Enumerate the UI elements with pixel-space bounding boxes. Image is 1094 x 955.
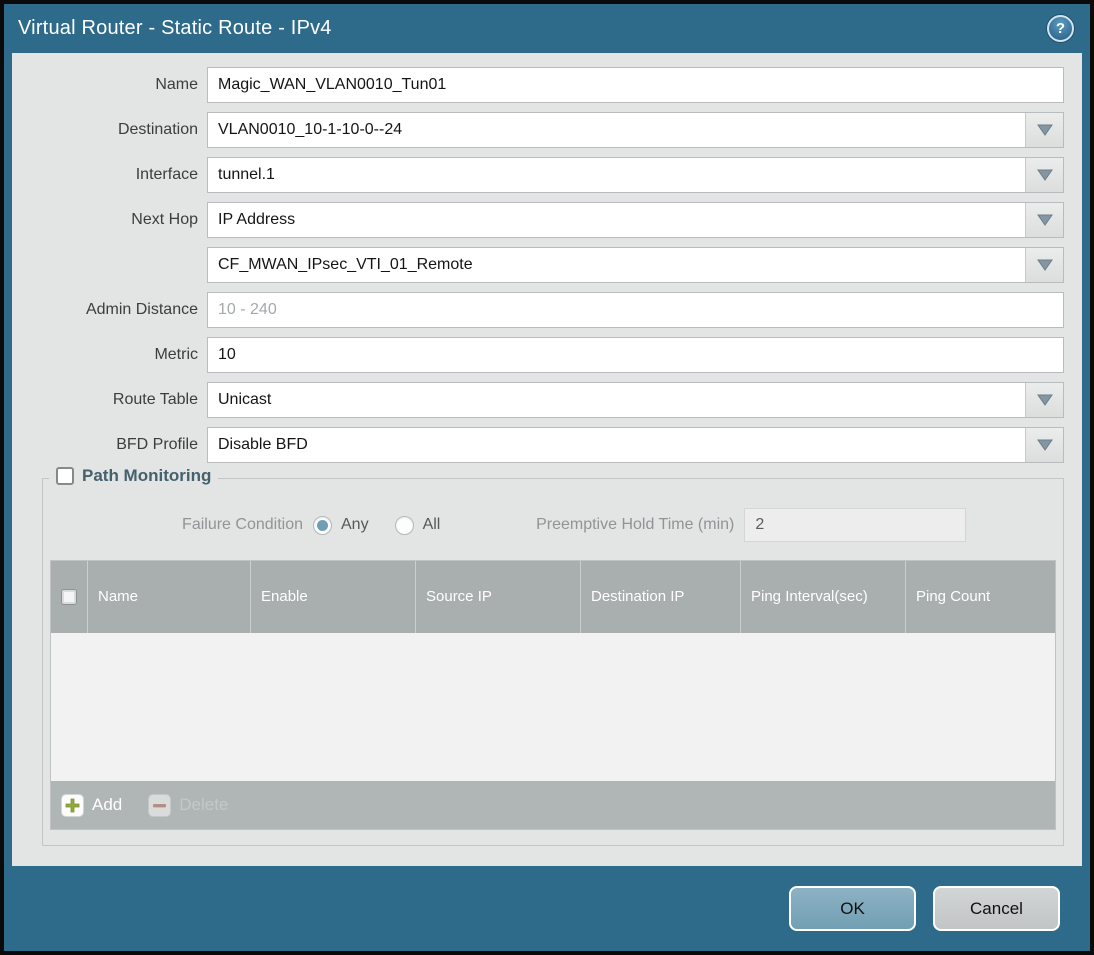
table-header-row: Name Enable Source IP Destination IP Pin… bbox=[51, 561, 1055, 633]
add-button[interactable]: Add bbox=[61, 793, 123, 817]
destination-dropdown-button[interactable] bbox=[1025, 113, 1063, 147]
dialog-body: Name Destination Interface bbox=[12, 53, 1082, 866]
form-row-route-table: Route Table bbox=[12, 382, 1064, 418]
failure-condition-any-label: Any bbox=[341, 516, 369, 533]
delete-button: Delete bbox=[148, 793, 229, 817]
form-row-destination: Destination bbox=[12, 112, 1064, 148]
failure-condition-all-label: All bbox=[422, 516, 441, 533]
delete-button-label: Delete bbox=[179, 795, 229, 814]
interface-dropdown-button[interactable] bbox=[1025, 158, 1063, 192]
bfd-profile-input[interactable] bbox=[207, 427, 1064, 463]
column-header-name: Name bbox=[88, 561, 251, 633]
path-monitoring-section: Path Monitoring Failure Condition Any Al… bbox=[42, 466, 1064, 846]
next-hop-dropdown-button[interactable] bbox=[1025, 203, 1063, 237]
admin-distance-label: Admin Distance bbox=[85, 301, 198, 318]
chevron-down-icon bbox=[1036, 169, 1053, 181]
path-monitoring-table: Name Enable Source IP Destination IP Pin… bbox=[50, 560, 1056, 830]
next-hop-address-input[interactable] bbox=[207, 247, 1064, 283]
chevron-down-icon bbox=[1036, 439, 1053, 451]
failure-condition-all-radio[interactable] bbox=[394, 515, 414, 535]
destination-combo bbox=[207, 112, 1064, 148]
interface-label: Interface bbox=[135, 166, 198, 183]
bfd-profile-dropdown-button[interactable] bbox=[1025, 428, 1063, 462]
path-monitoring-title: Path Monitoring bbox=[82, 466, 212, 485]
dialog-virtual-router-static-route: Virtual Router - Static Route - IPv4 ? N… bbox=[0, 0, 1094, 955]
chevron-down-icon bbox=[1036, 394, 1053, 406]
column-header-destination-ip: Destination IP bbox=[581, 561, 741, 633]
name-label: Name bbox=[155, 76, 198, 93]
path-monitoring-checkbox[interactable] bbox=[56, 467, 74, 485]
chevron-down-icon bbox=[1036, 259, 1053, 271]
metric-input[interactable] bbox=[207, 337, 1064, 373]
admin-distance-input[interactable] bbox=[207, 292, 1064, 328]
failure-condition-row: Failure Condition Any All Preemptive Hol… bbox=[43, 507, 1063, 543]
destination-input[interactable] bbox=[207, 112, 1064, 148]
metric-fieldwrap bbox=[207, 337, 1064, 373]
form-row-name: Name bbox=[12, 67, 1064, 103]
ok-button[interactable]: OK bbox=[789, 886, 916, 931]
dialog-title: Virtual Router - Static Route - IPv4 bbox=[18, 17, 332, 39]
route-table-label: Route Table bbox=[112, 391, 198, 408]
column-header-ping-count: Ping Count bbox=[916, 587, 991, 605]
column-header-ping-interval: Ping Interval(sec) bbox=[741, 561, 906, 633]
chevron-down-icon bbox=[1036, 214, 1053, 226]
help-icon[interactable]: ? bbox=[1047, 15, 1074, 42]
dialog-window: Virtual Router - Static Route - IPv4 ? N… bbox=[4, 4, 1090, 951]
select-all-checkbox[interactable] bbox=[61, 589, 77, 605]
preemptive-hold-time-input bbox=[744, 508, 967, 542]
preemptive-hold-time-label: Preemptive Hold Time (min) bbox=[536, 516, 735, 533]
chevron-down-icon bbox=[1036, 124, 1053, 136]
column-header-enable: Enable bbox=[251, 561, 416, 633]
dialog-footer: OK Cancel bbox=[4, 866, 1090, 951]
interface-input[interactable] bbox=[207, 157, 1064, 193]
select-all-cell bbox=[51, 561, 88, 633]
destination-label: Destination bbox=[117, 121, 198, 138]
route-table-dropdown-button[interactable] bbox=[1025, 383, 1063, 417]
failure-condition-label: Failure Condition bbox=[182, 516, 303, 533]
next-hop-address-combo bbox=[207, 247, 1064, 283]
table-toolbar: Add Delete bbox=[51, 781, 1055, 829]
form-row-admin-distance: Admin Distance bbox=[12, 292, 1064, 328]
next-hop-label: Next Hop bbox=[131, 211, 198, 228]
next-hop-address-dropdown-button[interactable] bbox=[1025, 248, 1063, 282]
next-hop-type-input[interactable] bbox=[207, 202, 1064, 238]
bfd-profile-combo bbox=[207, 427, 1064, 463]
form-row-bfd-profile: BFD Profile bbox=[12, 427, 1064, 463]
table-body-empty bbox=[51, 633, 1055, 781]
form-row-next-hop: Next Hop bbox=[12, 202, 1064, 238]
route-table-input[interactable] bbox=[207, 382, 1064, 418]
bfd-profile-label: BFD Profile bbox=[116, 436, 198, 453]
name-fieldwrap bbox=[207, 67, 1064, 103]
add-icon bbox=[61, 793, 84, 817]
form-row-next-hop-address bbox=[12, 247, 1064, 283]
titlebar: Virtual Router - Static Route - IPv4 ? bbox=[4, 4, 1090, 53]
form-row-interface: Interface bbox=[12, 157, 1064, 193]
failure-condition-any-radio[interactable] bbox=[313, 515, 332, 535]
next-hop-combo bbox=[207, 202, 1064, 238]
interface-combo bbox=[207, 157, 1064, 193]
path-monitoring-legend: Path Monitoring bbox=[49, 466, 219, 486]
cancel-button[interactable]: Cancel bbox=[933, 886, 1060, 931]
add-button-label: Add bbox=[92, 795, 123, 814]
route-table-combo bbox=[207, 382, 1064, 418]
form-row-metric: Metric bbox=[12, 337, 1064, 373]
column-header-source-ip: Source IP bbox=[416, 561, 581, 633]
name-input[interactable] bbox=[207, 67, 1064, 103]
delete-icon bbox=[148, 793, 172, 817]
metric-label: Metric bbox=[154, 346, 198, 363]
admin-distance-fieldwrap bbox=[207, 292, 1064, 328]
